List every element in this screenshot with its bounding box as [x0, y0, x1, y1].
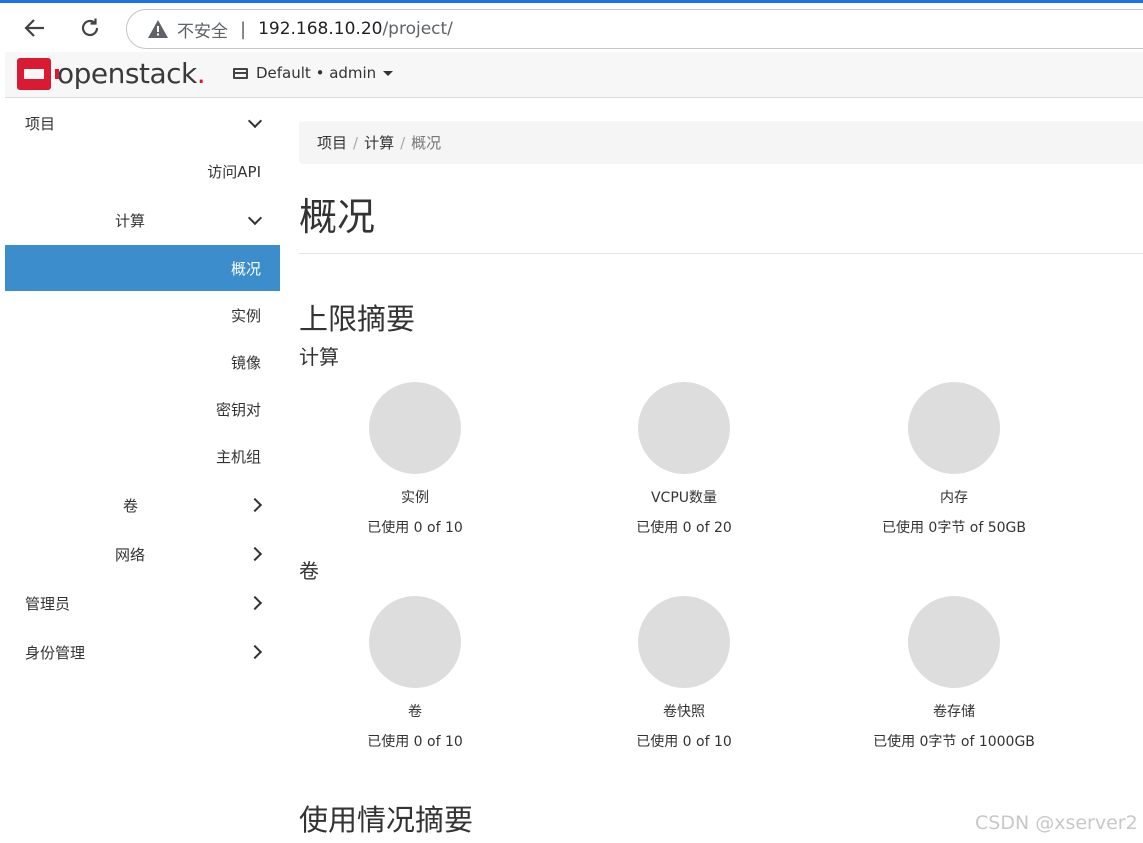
pie-label: 实例	[401, 490, 429, 506]
openstack-logo-icon	[17, 57, 59, 90]
sidebar-item-network[interactable]: 网络	[5, 531, 280, 577]
volume-section-heading: 卷	[299, 559, 319, 583]
pie-usage-text: 已使用 0 of 10	[367, 520, 463, 536]
back-icon[interactable]	[20, 13, 50, 43]
sidebar-item-label: 卷	[123, 496, 139, 515]
sidebar-item-label: 身份管理	[25, 643, 86, 662]
sidebar-item-label: 网络	[115, 545, 146, 564]
sidebar-item-label: 镜像	[230, 353, 261, 372]
sidebar-item-identity[interactable]: 身份管理	[5, 629, 280, 675]
pie-usage-text: 已使用 0 of 20	[636, 520, 732, 536]
address-bar[interactable]: 不安全 | 192.168.10.20/project/	[126, 9, 1143, 49]
sidebar-item-label: 概况	[230, 259, 261, 278]
sidebar-item-label: 项目	[25, 114, 56, 133]
breadcrumb: 项目 / 计算 / 概况	[299, 121, 1143, 164]
project-selector-label: Default • admin	[256, 64, 377, 82]
reload-icon[interactable]	[75, 13, 105, 43]
openstack-logo[interactable]: openstack	[17, 57, 205, 90]
pie-usage-text: 已使用 0字节 of 50GB	[881, 520, 1027, 536]
warning-icon	[148, 20, 168, 38]
pie-label: 卷	[408, 704, 422, 720]
sidebar-item-access-api[interactable]: 访问API	[5, 148, 280, 194]
pie-label: 内存	[940, 490, 968, 506]
sidebar-item-label: 管理员	[25, 594, 71, 613]
chevron-right-icon	[247, 644, 263, 660]
pie-label: VCPU数量	[650, 490, 718, 506]
sidebar-item-server-groups[interactable]: 主机组	[5, 433, 280, 479]
breadcrumb-item-compute[interactable]: 计算	[364, 132, 394, 153]
project-icon	[233, 67, 248, 79]
sidebar: 项目 访问API 计算 概况 实例 镜像 密钥对 主机组 卷 网络 管理员 身份…	[5, 98, 280, 843]
volumes-usage-pie	[369, 596, 461, 688]
url-host: 192.168.10.20	[258, 19, 383, 39]
instances-usage-pie	[369, 382, 461, 474]
volume-storage-usage-pie	[908, 596, 1000, 688]
sidebar-item-label: 计算	[115, 211, 146, 230]
caret-down-icon	[383, 70, 394, 76]
breadcrumb-item-project[interactable]: 项目	[317, 132, 347, 153]
chevron-right-icon	[247, 497, 263, 513]
sidebar-item-label: 主机组	[215, 447, 261, 466]
breadcrumb-separator: /	[400, 133, 406, 152]
pie-usage-text: 已使用 0 of 10	[636, 734, 732, 750]
watermark: CSDN @xserver2	[975, 812, 1138, 834]
chevron-down-icon	[247, 113, 263, 129]
browser-toolbar: 不安全 | 192.168.10.20/project/	[0, 0, 1143, 52]
pie-label: 卷快照	[663, 704, 705, 720]
sidebar-item-key-pairs[interactable]: 密钥对	[5, 386, 280, 432]
sidebar-item-label: 密钥对	[215, 400, 261, 419]
pie-usage-text: 已使用 0字节 of 1000GB	[873, 734, 1035, 750]
sidebar-item-overview[interactable]: 概况	[5, 245, 280, 291]
vcpu-usage-pie	[638, 382, 730, 474]
chevron-right-icon	[247, 595, 263, 611]
compute-section-heading: 计算	[299, 345, 339, 369]
limit-summary-heading: 上限摘要	[299, 302, 416, 336]
chevron-down-icon	[247, 210, 263, 226]
pie-usage-text: 已使用 0 of 10	[367, 734, 463, 750]
logo-text: openstack	[57, 57, 205, 90]
sidebar-item-project[interactable]: 项目	[5, 100, 280, 146]
sidebar-item-label: 访问API	[207, 162, 261, 181]
sidebar-item-label: 实例	[230, 306, 261, 325]
openstack-header: openstack Default • admin	[5, 52, 1143, 98]
not-secure-label: 不安全	[177, 21, 228, 42]
page-title: 概况	[299, 195, 376, 239]
sidebar-item-compute[interactable]: 计算	[5, 197, 280, 243]
volume-snapshots-usage-pie	[638, 596, 730, 688]
pie-label: 卷存储	[933, 704, 975, 720]
breadcrumb-separator: /	[353, 133, 359, 152]
breadcrumb-item-current: 概况	[411, 134, 442, 152]
title-divider	[299, 253, 1143, 254]
sidebar-item-admin[interactable]: 管理员	[5, 580, 280, 626]
sidebar-item-instances[interactable]: 实例	[5, 292, 280, 338]
chevron-right-icon	[247, 546, 263, 562]
memory-usage-pie	[908, 382, 1000, 474]
sidebar-item-volumes[interactable]: 卷	[5, 482, 280, 528]
sidebar-item-images[interactable]: 镜像	[5, 339, 280, 385]
url-path: /project/	[382, 19, 453, 39]
usage-summary-heading: 使用情况摘要	[299, 803, 474, 837]
project-selector[interactable]: Default • admin	[233, 64, 394, 82]
address-separator: |	[240, 18, 247, 40]
